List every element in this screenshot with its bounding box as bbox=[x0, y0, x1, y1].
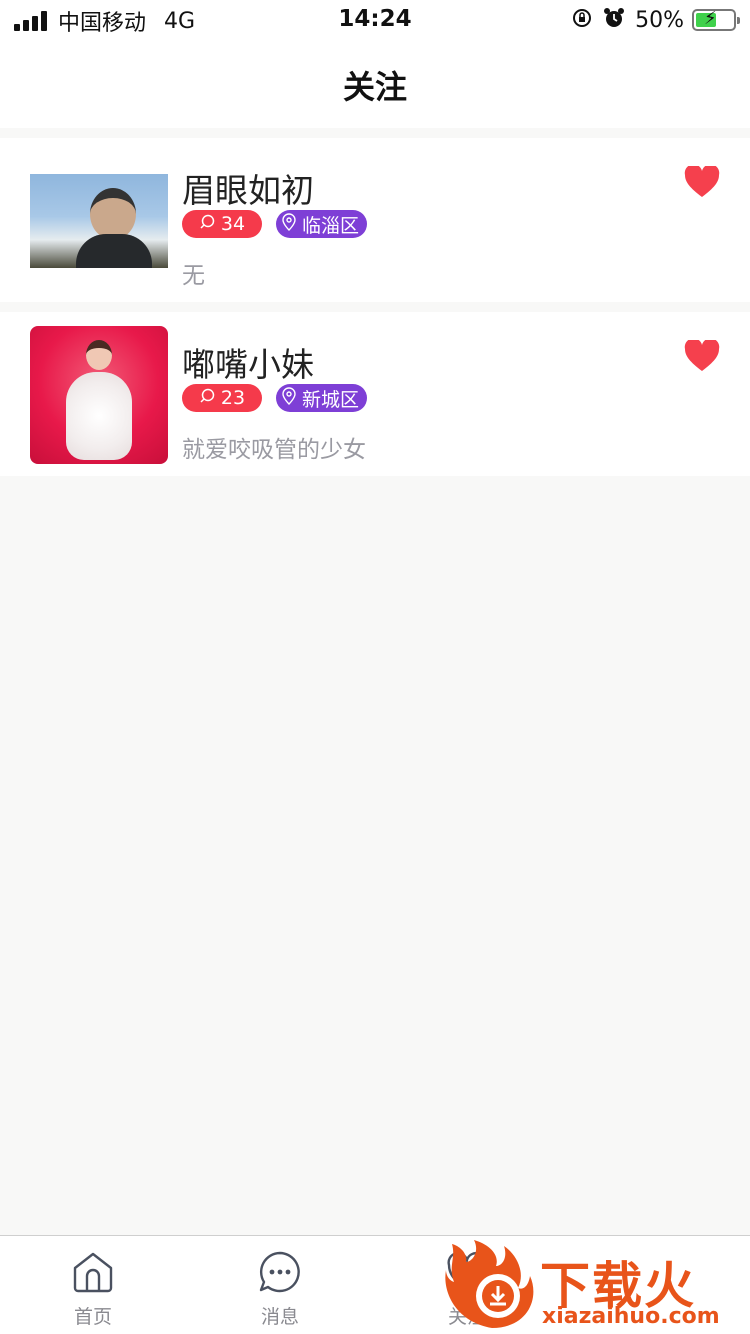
location-pin-icon bbox=[282, 386, 296, 410]
heart-icon[interactable] bbox=[684, 340, 720, 372]
tab-label: 消息 bbox=[260, 1306, 299, 1328]
comment-icon bbox=[199, 214, 215, 235]
alarm-icon bbox=[603, 7, 625, 34]
battery-icon: ⚡ bbox=[692, 8, 740, 31]
tag-row: 23 新城区 bbox=[182, 384, 381, 412]
comment-icon bbox=[199, 388, 215, 409]
status-right: 50% ⚡ bbox=[571, 6, 740, 34]
user-bio: 无 bbox=[182, 263, 205, 289]
tab-home[interactable]: 首页 bbox=[33, 1250, 153, 1329]
comment-count: 23 bbox=[220, 387, 246, 409]
location-label: 新城区 bbox=[302, 388, 360, 411]
page-title: 关注 bbox=[342, 68, 407, 106]
status-bar: 中国移动 4G 14:24 50% ⚡ bbox=[0, 0, 750, 40]
tab-label: 首页 bbox=[73, 1306, 112, 1328]
location-badge: 新城区 bbox=[276, 384, 368, 412]
comment-count-badge: 34 bbox=[182, 210, 262, 238]
tag-row: 34 临淄区 bbox=[182, 210, 381, 238]
comment-count-badge: 23 bbox=[182, 384, 262, 412]
list-item[interactable]: 眉眼如初 34 临淄区 无 bbox=[0, 138, 750, 302]
user-bio: 就爱咬吸管的少女 bbox=[182, 437, 366, 463]
location-badge: 临淄区 bbox=[276, 210, 368, 238]
list-item[interactable]: 嘟嘴小妹 23 新城区 就爱咬吸管的少女 bbox=[0, 312, 750, 476]
home-icon bbox=[73, 1252, 113, 1293]
nav-bar: 关注 bbox=[0, 40, 750, 128]
rotation-lock-icon bbox=[571, 7, 593, 34]
tab-messages[interactable]: 消息 bbox=[220, 1250, 340, 1329]
location-pin-icon bbox=[282, 212, 296, 236]
comment-count: 34 bbox=[220, 213, 246, 235]
avatar[interactable] bbox=[30, 326, 168, 464]
heart-icon[interactable] bbox=[684, 166, 720, 198]
avatar[interactable] bbox=[30, 174, 168, 268]
watermark-logo: 下载火 xiazaihuo.com bbox=[444, 1236, 750, 1334]
message-icon bbox=[259, 1251, 300, 1293]
flame-logo-icon bbox=[445, 1240, 534, 1328]
watermark-url: xiazaihuo.com bbox=[542, 1304, 720, 1329]
location-label: 临淄区 bbox=[302, 214, 360, 237]
user-name: 嘟嘴小妹 bbox=[182, 345, 314, 384]
battery-percent: 50% bbox=[635, 7, 684, 33]
user-name: 眉眼如初 bbox=[182, 171, 314, 210]
